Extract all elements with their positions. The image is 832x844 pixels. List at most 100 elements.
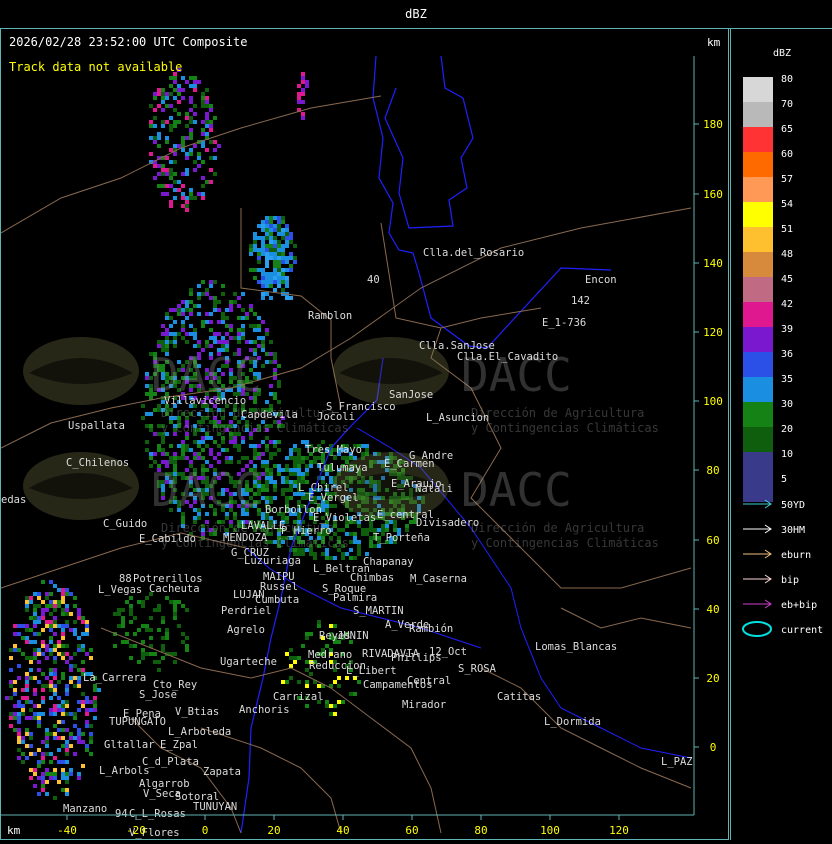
legend-value: 20 [781,424,793,435]
legend-value: 80 [781,74,793,85]
province-boundary [384,55,474,229]
place-label: Anchoris [239,704,290,716]
legend-swatch [743,152,773,177]
place-label: TUPUNGATO [109,716,166,728]
legend-panel: dBZ 80 70 65 60 57 54 51 48 45 42 39 36 35 30 20 10 5 50… [730,28,832,840]
legend-swatch [743,77,773,102]
watermark-line1: Dirección de Agricultura [471,521,644,535]
place-label: TUNUYAN [193,801,237,813]
x-tick-label: 80 [474,824,487,837]
legend-value: 48 [781,249,793,260]
y-axis-ticks: 180 160 140 120 100 80 60 40 20 0 [694,118,723,754]
legend-value: 45 [781,274,793,285]
place-label: Mirador [402,699,446,711]
legend-value: 39 [781,324,793,335]
place-label: Clla.del_Rosario [423,247,524,259]
x-tick-label: 0 [202,824,209,837]
place-label: Palmira [333,592,377,604]
place-label: Capdevila [241,409,298,421]
place-label: Russel [260,581,298,593]
current-marker-icon [742,621,772,637]
place-label: L_Libert [346,665,397,677]
dept-boundary [480,667,692,789]
place-label: Chapanay [363,556,414,568]
legend-track-label: current [781,625,823,636]
dept-boundary [560,607,692,629]
place-label: 88 [119,573,132,585]
legend-swatch [743,402,773,427]
track-status-label: Track data not available [9,60,182,74]
watermark-line2: y Contingencias Climáticas [161,421,349,435]
legend-swatch [743,127,773,152]
y-tick-label: 120 [703,326,723,339]
place-label: L_Arbols [99,765,150,777]
x-unit-label: km [7,824,21,837]
legend-value: 51 [781,224,793,235]
legend-swatch [743,377,773,402]
y-tick-label: 60 [706,534,719,547]
place-label: E_Cabildo [139,533,196,545]
place-label: P_Hierro [281,525,332,537]
legend-track-keys: 50YD 30HM eburn bip eb+bip current [742,499,823,637]
x-tick-label: 120 [609,824,629,837]
place-label: Lomas_Blancas [535,641,617,653]
y-unit-label: km [707,36,721,49]
y-tick-label: 0 [710,741,717,754]
legend-value: 35 [781,374,793,385]
legend-value: 5 [781,474,787,485]
place-label: C_d_Plata [142,756,199,768]
legend-value: 54 [781,199,793,210]
timestamp-label: 2026/02/28 23:52:00 UTC Composite [9,35,247,49]
title-bar: dBZ [0,0,832,29]
legend-track-label: 30HM [781,525,805,536]
legend-swatch [743,202,773,227]
legend-color-scale: 80 70 65 60 57 54 51 48 45 42 39 36 35 30 20 10 5 [743,74,793,502]
place-label: Gltallar [104,739,155,751]
legend-value: 10 [781,449,793,460]
legend-swatch [743,327,773,352]
place-label: Luzuriaga [244,555,301,567]
place-label: E_Violetas [313,512,376,524]
place-label: V_Btias [175,706,219,718]
place-label: Ramblon [308,310,352,322]
place-label: Encon [585,274,617,286]
legend-swatch [743,102,773,127]
legend-swatch [743,477,773,502]
place-label: 40 [367,274,380,286]
place-label: Central [407,675,451,687]
place-label: C_Guido [103,518,147,530]
radar-map[interactable]: DACCDirección de Agriculturay Contingenc… [0,28,730,840]
legend-swatch [743,252,773,277]
x-tick-label: 40 [336,824,349,837]
legend-value: 70 [781,99,793,110]
place-label: E_1-736 [542,317,586,329]
y-tick-label: 140 [703,257,723,270]
y-tick-label: 160 [703,188,723,201]
legend-value: 30 [781,399,793,410]
place-label: Tulumaya [317,462,368,474]
place-label: S_Francisco [326,401,396,413]
place-label: Cacheuta [149,583,200,595]
legend-swatch [743,277,773,302]
place-label: Uspallata [68,420,125,432]
window-title: dBZ [405,7,427,21]
legend-swatch [743,352,773,377]
place-label: Manzano [63,803,107,815]
place-label: M_Caserna [410,573,467,585]
dept-boundary [200,727,342,834]
legend-value: 60 [781,149,793,160]
place-label: L_Arboleda [168,726,231,738]
place-label: E_Zpal [160,739,198,751]
place-label: 94 [115,808,128,820]
y-tick-label: 180 [703,118,723,131]
legend-value: 65 [781,124,793,135]
place-label: L_PAZ [661,756,693,768]
radar-map-panel[interactable]: DACC Dirección de Agricultura y Contingenc… [0,28,729,840]
legend-value: 42 [781,299,793,310]
legend-value: 36 [781,349,793,360]
place-label: 142 [571,295,590,307]
place-label: edas [1,494,26,506]
y-tick-label: 80 [706,464,719,477]
place-label: Zapata [203,766,241,778]
place-label: T_Porteña [373,532,430,544]
